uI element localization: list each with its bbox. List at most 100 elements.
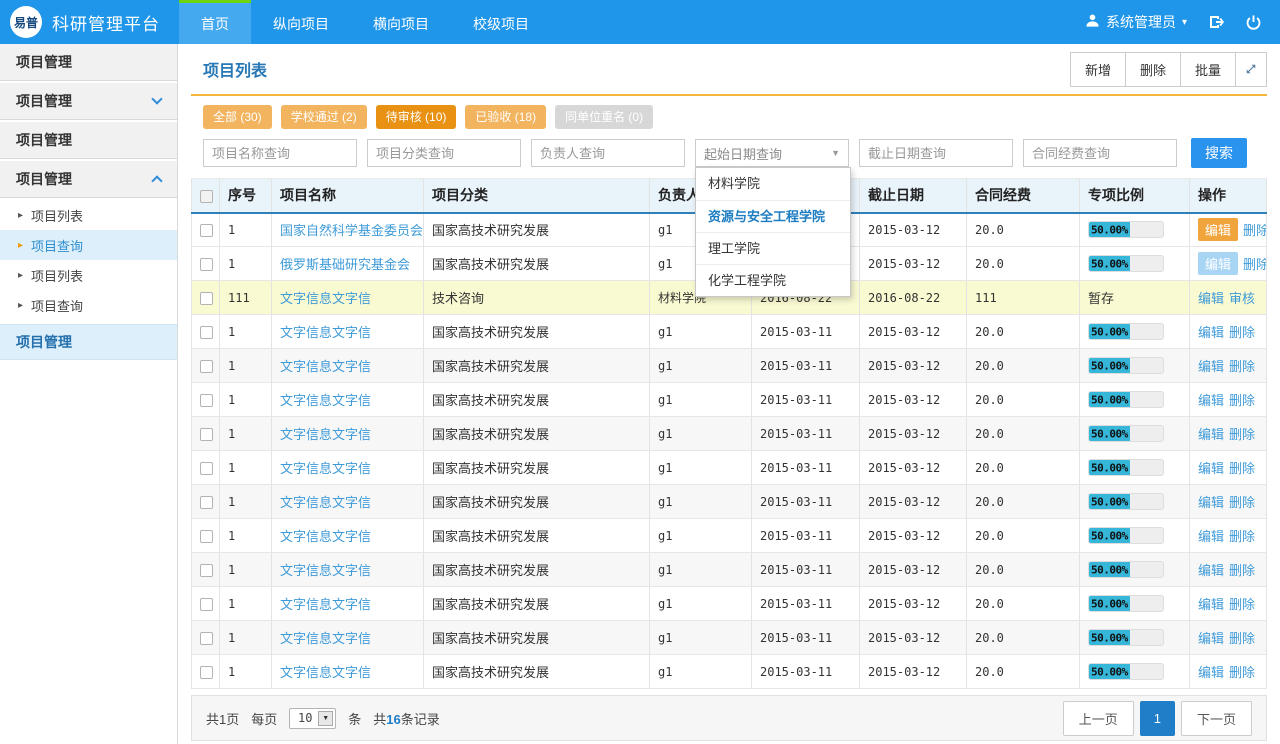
sidebar-item[interactable]: ▸项目列表 — [0, 260, 177, 290]
row-checkbox[interactable] — [200, 530, 213, 543]
nav-item[interactable]: 首页 — [179, 0, 251, 44]
row-checkbox[interactable] — [200, 292, 213, 305]
project-name-link[interactable]: 文字信息文字信 — [280, 291, 371, 306]
project-name-link[interactable]: 文字信息文字信 — [280, 529, 371, 544]
edit-action[interactable]: 编辑 — [1198, 218, 1238, 241]
sidebar-group[interactable]: 项目管理 — [0, 122, 177, 159]
edit-action[interactable]: 编辑 — [1198, 529, 1224, 544]
nav-item[interactable]: 横向项目 — [351, 0, 451, 44]
sidebar-item[interactable]: ▸项目查询 — [0, 230, 177, 260]
edit-action[interactable]: 编辑 — [1198, 461, 1224, 476]
toolbar-button[interactable]: 批量 — [1180, 52, 1236, 87]
dropdown-option[interactable]: 化学工程学院 — [696, 264, 850, 296]
sidebar-group[interactable]: 项目管理 — [0, 44, 177, 81]
delete-action[interactable]: 删除 — [1229, 461, 1255, 476]
row-checkbox[interactable] — [200, 224, 213, 237]
start-date-select[interactable]: 起始日期查询 ▼ — [695, 139, 849, 167]
project-name-link[interactable]: 文字信息文字信 — [280, 359, 371, 374]
owner-input[interactable] — [531, 139, 685, 167]
filter-chip[interactable]: 待审核 (10) — [376, 105, 457, 129]
next-page-button[interactable]: 下一页 — [1181, 701, 1252, 736]
delete-action[interactable]: 删除 — [1229, 597, 1255, 612]
edit-action[interactable]: 编辑 — [1198, 631, 1224, 646]
edit-action[interactable]: 编辑 — [1198, 359, 1224, 374]
sidebar-item[interactable]: ▸项目列表 — [0, 200, 177, 230]
delete-action[interactable]: 删除 — [1229, 665, 1255, 680]
expand-icon[interactable] — [1235, 52, 1267, 87]
project-name-link[interactable]: 文字信息文字信 — [280, 665, 371, 680]
sidebar-item[interactable]: ▸项目查询 — [0, 290, 177, 320]
row-checkbox[interactable] — [200, 462, 213, 475]
sidebar-group[interactable]: 项目管理 — [0, 161, 177, 198]
project-name-link[interactable]: 文字信息文字信 — [280, 597, 371, 612]
edit-action[interactable]: 编辑 — [1198, 325, 1224, 340]
project-name-link[interactable]: 文字信息文字信 — [280, 495, 371, 510]
project-name-link[interactable]: 文字信息文字信 — [280, 325, 371, 340]
edit-action[interactable]: 编辑 — [1198, 665, 1224, 680]
filter-chip[interactable]: 已验收 (18) — [465, 105, 546, 129]
per-page-select[interactable]: 10 ▼ — [289, 708, 336, 729]
category-cell: 国家高技术研究发展 — [424, 349, 650, 383]
per-page-caret-icon[interactable]: ▼ — [318, 711, 333, 726]
toolbar-button[interactable]: 新增 — [1070, 52, 1126, 87]
delete-action[interactable]: 删除 — [1229, 325, 1255, 340]
filter-chip[interactable]: 全部 (30) — [203, 105, 272, 129]
row-checkbox[interactable] — [200, 496, 213, 509]
search-button[interactable]: 搜索 — [1191, 138, 1247, 168]
delete-action[interactable]: 删除 — [1229, 495, 1255, 510]
row-checkbox[interactable] — [200, 258, 213, 271]
select-all-checkbox[interactable] — [200, 190, 213, 203]
filter-chip[interactable]: 学校通过 (2) — [281, 105, 367, 129]
project-category-input[interactable] — [367, 139, 521, 167]
delete-action[interactable]: 删除 — [1229, 359, 1255, 374]
project-name-link[interactable]: 文字信息文字信 — [280, 461, 371, 476]
row-checkbox[interactable] — [200, 598, 213, 611]
edit-action[interactable]: 编辑 — [1198, 495, 1224, 510]
row-checkbox[interactable] — [200, 428, 213, 441]
delete-action[interactable]: 删除 — [1229, 563, 1255, 578]
sidebar-item[interactable]: 项目管理 — [0, 324, 177, 360]
row-checkbox[interactable] — [200, 326, 213, 339]
dropdown-option[interactable]: 资源与安全工程学院 — [696, 200, 850, 232]
prev-page-button[interactable]: 上一页 — [1063, 701, 1134, 736]
edit-action[interactable]: 编辑 — [1198, 597, 1224, 612]
project-name-input[interactable] — [203, 139, 357, 167]
delete-action[interactable]: 删除 — [1229, 631, 1255, 646]
project-name-link[interactable]: 文字信息文字信 — [280, 563, 371, 578]
toolbar-button[interactable]: 删除 — [1125, 52, 1181, 87]
project-name-link[interactable]: 文字信息文字信 — [280, 631, 371, 646]
edit-action[interactable]: 编辑 — [1198, 427, 1224, 442]
project-name-link[interactable]: 文字信息文字信 — [280, 427, 371, 442]
fund-input[interactable] — [1023, 139, 1177, 167]
dropdown-option[interactable]: 材料学院 — [696, 168, 850, 200]
delete-action[interactable]: 删除 — [1243, 257, 1266, 272]
edit-action[interactable]: 编辑 — [1198, 563, 1224, 578]
delete-action[interactable]: 删除 — [1229, 529, 1255, 544]
edit-action[interactable]: 编辑 — [1198, 291, 1224, 306]
row-checkbox[interactable] — [200, 360, 213, 373]
nav-item[interactable]: 校级项目 — [451, 0, 551, 44]
nav-item[interactable]: 纵向项目 — [251, 0, 351, 44]
exit-icon[interactable] — [1207, 13, 1225, 31]
user-menu[interactable]: 系统管理员 ▾ — [1085, 12, 1187, 32]
review-action[interactable]: 审核 — [1229, 291, 1255, 306]
delete-action[interactable]: 删除 — [1229, 427, 1255, 442]
end-date-input[interactable] — [859, 139, 1013, 167]
sidebar-group[interactable]: 项目管理 — [0, 83, 177, 120]
project-name-link[interactable]: 俄罗斯基础研究基金会 — [280, 257, 410, 272]
dropdown-option[interactable]: 理工学院 — [696, 232, 850, 264]
row-checkbox[interactable] — [200, 666, 213, 679]
column-header: 项目分类 — [424, 179, 650, 213]
filter-chip[interactable]: 同单位重名 (0) — [555, 105, 653, 129]
project-name-link[interactable]: 国家自然科学基金委员会 — [280, 223, 423, 238]
row-checkbox[interactable] — [200, 394, 213, 407]
delete-action[interactable]: 删除 — [1243, 223, 1266, 238]
delete-action[interactable]: 删除 — [1229, 393, 1255, 408]
current-page-button[interactable]: 1 — [1140, 701, 1175, 736]
power-icon[interactable] — [1245, 14, 1262, 31]
project-name-link[interactable]: 文字信息文字信 — [280, 393, 371, 408]
edit-action[interactable]: 编辑 — [1198, 252, 1238, 275]
row-checkbox[interactable] — [200, 632, 213, 645]
edit-action[interactable]: 编辑 — [1198, 393, 1224, 408]
row-checkbox[interactable] — [200, 564, 213, 577]
